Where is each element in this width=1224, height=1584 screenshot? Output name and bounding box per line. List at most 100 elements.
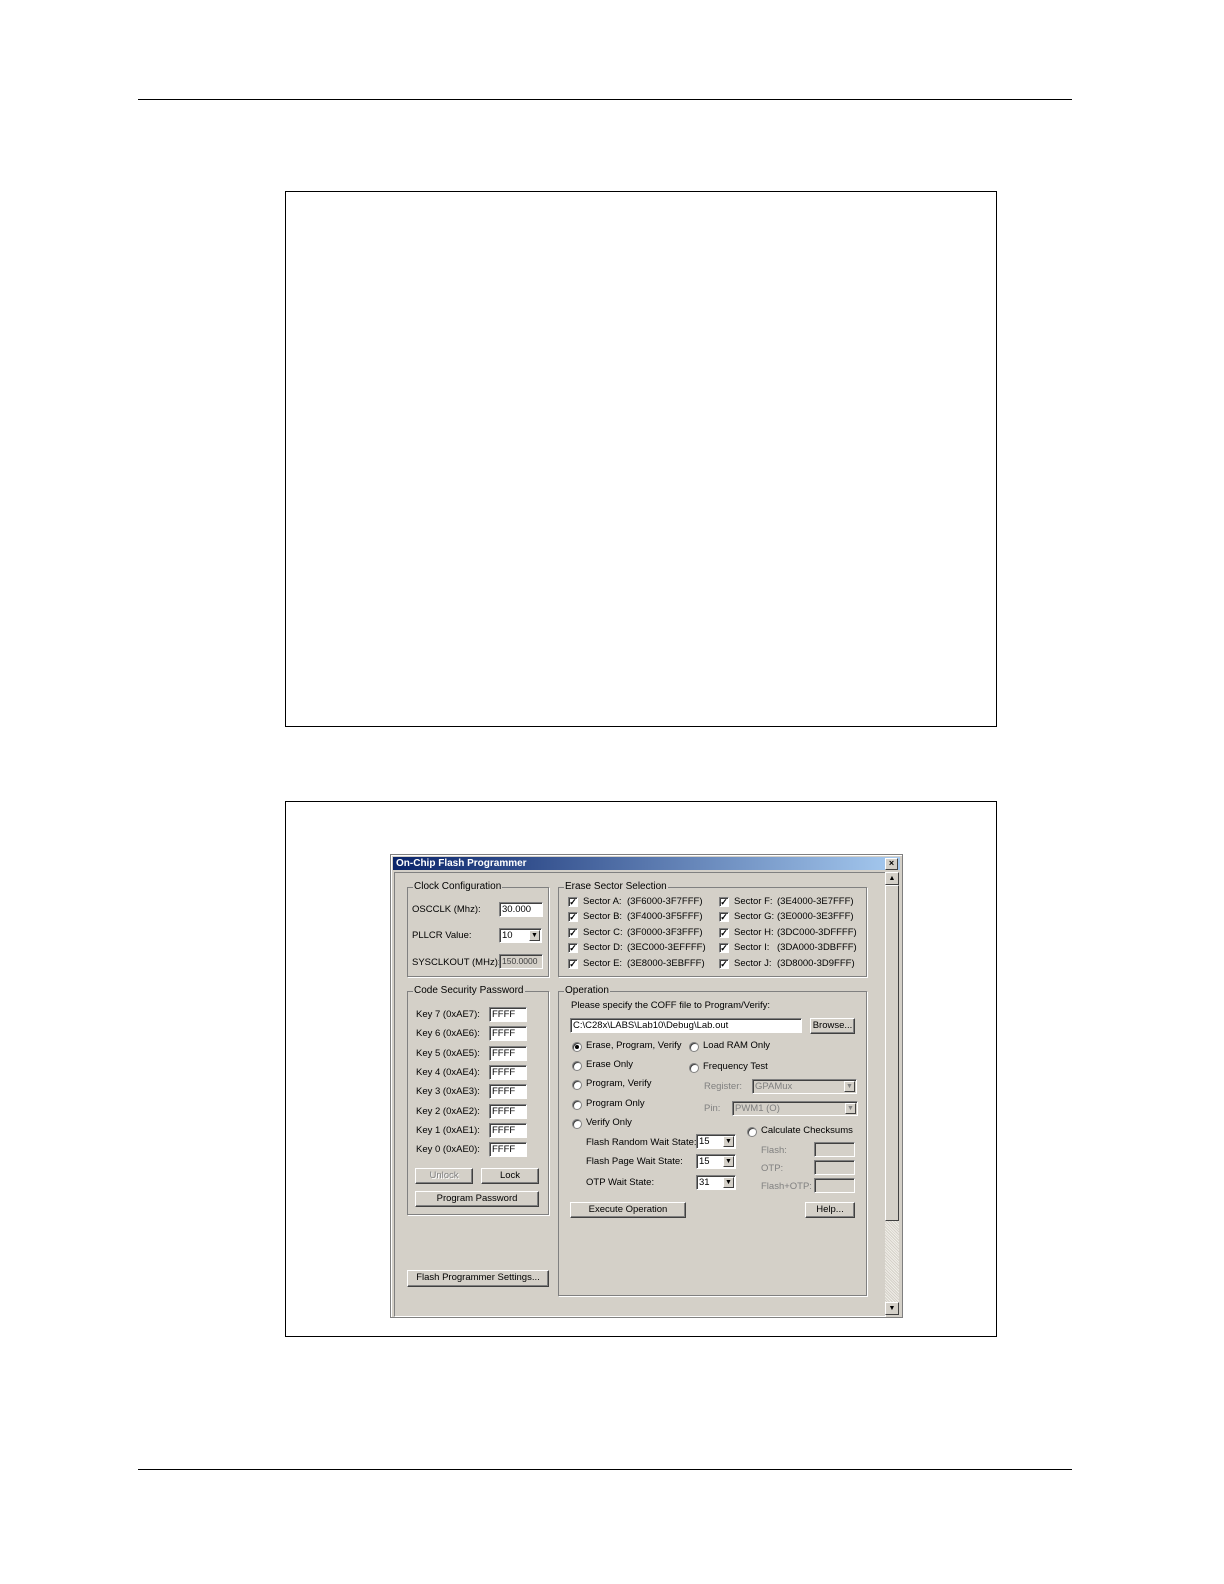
lock-button[interactable]: Lock [481,1168,539,1184]
header-rule [138,99,1072,100]
load-ram-only-radio[interactable] [689,1042,699,1052]
sector-f-checkbox[interactable]: ✓ [719,897,729,907]
sector-a-checkbox[interactable]: ✓ [568,897,578,907]
dialog-title: On-Chip Flash Programmer [396,858,527,869]
unlock-button[interactable]: Unlock [415,1168,473,1184]
page-wait-value: 15 [699,1156,710,1167]
register-label: Register: [704,1081,743,1092]
key-5-input[interactable]: FFFF [489,1046,527,1061]
pllcr-select[interactable]: 10 ▼ [499,928,542,943]
scroll-down-icon[interactable]: ▼ [885,1302,899,1315]
key-2-input[interactable]: FFFF [489,1104,527,1119]
sector-g-range: (3E0000-3E3FFF) [777,911,854,922]
erase-program-verify-radio[interactable] [572,1042,582,1052]
flash-otp-checksum-label: Flash+OTP: [761,1181,812,1192]
key-3-input[interactable]: FFFF [489,1084,527,1099]
key-2-label: Key 2 (0xAE2): [416,1106,480,1117]
random-wait-value: 15 [699,1136,710,1147]
sector-b-range: (3F4000-3F5FFF) [627,911,703,922]
erase-sector-group: Erase Sector Selection ✓ Sector A: (3F60… [558,881,867,977]
key-6-label: Key 6 (0xAE6): [416,1028,480,1039]
pin-select[interactable]: PWM1 (O) ▼ [732,1101,858,1116]
key-0-label: Key 0 (0xAE0): [416,1144,480,1155]
otp-wait-select[interactable]: 31 ▼ [696,1175,736,1190]
operation-title: Operation [564,985,610,996]
frequency-test-label: Frequency Test [703,1061,768,1072]
sector-f-label: Sector F: [734,896,773,907]
sector-h-range: (3DC000-3DFFFF) [777,927,857,938]
key-5-label: Key 5 (0xAE5): [416,1048,480,1059]
key-4-label: Key 4 (0xAE4): [416,1067,480,1078]
sector-d-label: Sector D: [583,942,623,953]
random-wait-label: Flash Random Wait State: [586,1137,697,1148]
sector-i-checkbox[interactable]: ✓ [719,943,729,953]
flash-otp-checksum-value [814,1178,855,1193]
dialog-titlebar: On-Chip Flash Programmer × [393,857,900,870]
sector-c-range: (3F0000-3F3FFF) [627,927,703,938]
sector-a-range: (3F6000-3F7FFF) [627,896,703,907]
random-wait-select[interactable]: 15 ▼ [696,1134,736,1149]
sector-b-checkbox[interactable]: ✓ [568,912,578,922]
otp-checksum-label: OTP: [761,1163,784,1174]
chevron-down-icon[interactable]: ▼ [723,1136,734,1147]
operation-group: Operation Please specify the COFF file t… [558,985,867,1296]
key-1-input[interactable]: FFFF [489,1123,527,1138]
chevron-down-icon[interactable]: ▼ [844,1081,855,1092]
calculate-checksums-label: Calculate Checksums [761,1125,853,1136]
pin-label: Pin: [704,1103,721,1114]
sector-i-label: Sector I: [734,942,770,953]
key-7-input[interactable]: FFFF [489,1007,527,1022]
sector-h-checkbox[interactable]: ✓ [719,928,729,938]
sector-e-label: Sector E: [583,958,623,969]
sysclkout-label: SYSCLKOUT (MHz): [412,957,501,968]
osclk-input[interactable]: 30.000 [499,902,543,917]
code-security-group: Code Security Password Key 7 (0xAE7): FF… [407,985,549,1215]
chevron-down-icon[interactable]: ▼ [723,1156,734,1167]
frequency-test-radio[interactable] [689,1063,699,1073]
chevron-down-icon[interactable]: ▼ [529,930,540,941]
flash-programmer-settings-button[interactable]: Flash Programmer Settings... [407,1270,549,1287]
scrollbar-thumb[interactable] [885,885,899,1221]
sector-j-checkbox[interactable]: ✓ [719,959,729,969]
page-wait-select[interactable]: 15 ▼ [696,1154,736,1169]
sector-d-checkbox[interactable]: ✓ [568,943,578,953]
browse-button[interactable]: Browse... [810,1018,855,1034]
verify-only-label: Verify Only [586,1117,632,1128]
program-only-radio[interactable] [572,1100,582,1110]
program-password-button[interactable]: Program Password [415,1191,539,1207]
otp-wait-value: 31 [699,1177,710,1188]
execute-operation-button[interactable]: Execute Operation [570,1202,686,1218]
code-security-title: Code Security Password [413,985,525,996]
sector-e-checkbox[interactable]: ✓ [568,959,578,969]
sector-c-label: Sector C: [583,927,623,938]
pin-value: PWM1 (O) [735,1103,780,1114]
sector-h-label: Sector H: [734,927,774,938]
sector-c-checkbox[interactable]: ✓ [568,928,578,938]
top-empty-frame [285,191,997,727]
register-value: GPAMux [755,1081,793,1092]
sector-i-range: (3DA000-3DBFFF) [777,942,857,953]
load-ram-only-label: Load RAM Only [703,1040,771,1051]
scroll-up-icon[interactable]: ▲ [885,872,899,885]
key-6-input[interactable]: FFFF [489,1026,527,1041]
erase-only-radio[interactable] [572,1061,582,1071]
help-button[interactable]: Help... [805,1202,855,1218]
verify-only-radio[interactable] [572,1119,582,1129]
chevron-down-icon[interactable]: ▼ [723,1177,734,1188]
calculate-checksums-radio[interactable] [747,1127,757,1137]
coff-path-input[interactable]: C:\C28x\LABS\Lab10\Debug\Lab.out [570,1018,802,1033]
key-0-input[interactable]: FFFF [489,1142,527,1157]
footer-rule [138,1469,1072,1470]
key-3-label: Key 3 (0xAE3): [416,1086,480,1097]
pllcr-label: PLLCR Value: [412,930,472,941]
clock-configuration-group: Clock Configuration OSCCLK (Mhz): 30.000… [407,881,549,977]
chevron-down-icon[interactable]: ▼ [845,1103,856,1114]
close-icon[interactable]: × [885,858,898,870]
register-select[interactable]: GPAMux ▼ [752,1079,857,1094]
vertical-scrollbar[interactable]: ▲ ▼ [885,872,899,1315]
sector-g-checkbox[interactable]: ✓ [719,912,729,922]
program-verify-radio[interactable] [572,1080,582,1090]
sector-b-label: Sector B: [583,911,623,922]
otp-wait-label: OTP Wait State: [586,1177,655,1188]
key-4-input[interactable]: FFFF [489,1065,527,1080]
